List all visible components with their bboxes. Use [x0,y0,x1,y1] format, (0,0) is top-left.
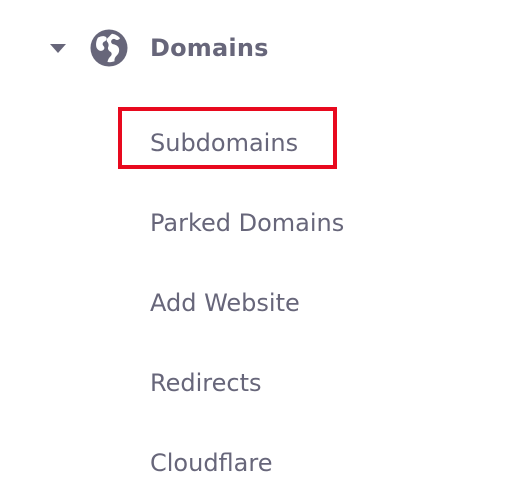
submenu-item-add-website[interactable]: Add Website [150,288,300,318]
sidebar-nav: Domains Subdomains Parked Domains Add We… [0,0,522,502]
domains-section-title: Domains [150,34,269,62]
submenu-item-cloudflare[interactable]: Cloudflare [150,448,272,478]
submenu-item-subdomains[interactable]: Subdomains [150,128,298,158]
globe-icon [89,28,129,68]
submenu-item-parked-domains[interactable]: Parked Domains [150,208,344,238]
domains-section-toggle[interactable]: Domains [50,26,269,70]
submenu-item-redirects[interactable]: Redirects [150,368,261,398]
caret-down-icon[interactable] [50,43,66,53]
